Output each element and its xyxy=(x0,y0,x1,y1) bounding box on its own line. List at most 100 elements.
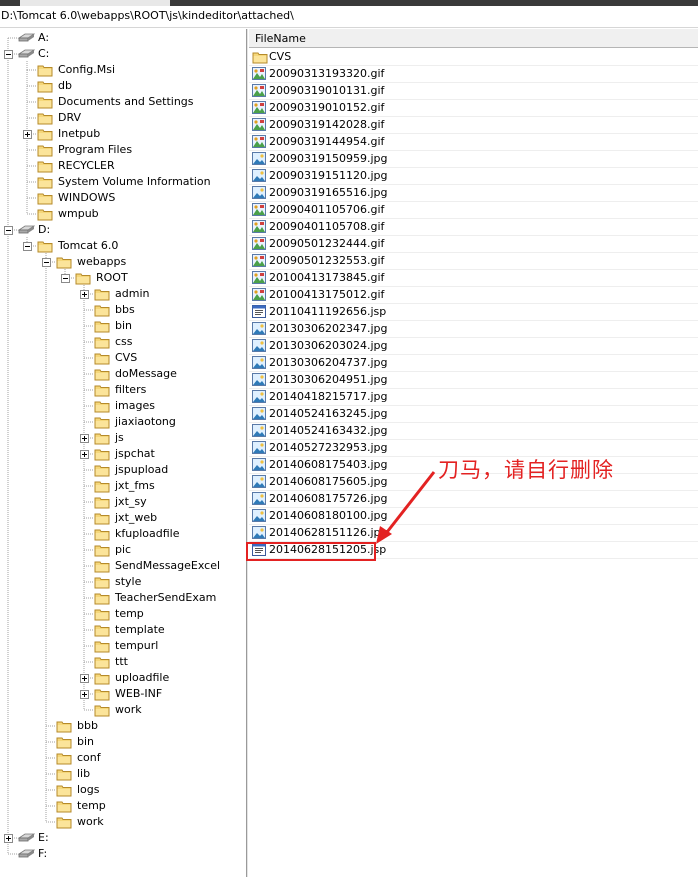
tree-item-ttt[interactable]: ttt xyxy=(0,654,246,670)
expand-icon[interactable] xyxy=(23,130,32,139)
expand-icon[interactable] xyxy=(80,450,89,459)
tree-item-tomcat-6-0[interactable]: Tomcat 6.0 xyxy=(0,238,246,254)
collapse-icon[interactable] xyxy=(42,258,51,267)
tree-item-a[interactable]: A: xyxy=(0,30,246,46)
folder-tree[interactable]: A: C: Config.Msi db Documents and Settings DR… xyxy=(0,29,246,877)
file-row[interactable]: 20130306203024.jpg xyxy=(249,338,698,355)
tree-item-teachersendexam[interactable]: TeacherSendExam xyxy=(0,590,246,606)
tree-item-bin[interactable]: bin xyxy=(0,734,246,750)
file-row[interactable]: 20090319150959.jpg xyxy=(249,151,698,168)
gif-image-icon xyxy=(252,67,266,80)
tree-item-filters[interactable]: filters xyxy=(0,382,246,398)
tree-item-logs[interactable]: logs xyxy=(0,782,246,798)
tree-item-windows[interactable]: WINDOWS xyxy=(0,190,246,206)
file-row[interactable]: 20090319165516.jpg xyxy=(249,185,698,202)
file-row[interactable]: 20090501232553.gif xyxy=(249,253,698,270)
tree-item-label: pic xyxy=(115,543,132,556)
folder-row[interactable]: CVS xyxy=(249,49,698,66)
tree-item-bbs[interactable]: bbs xyxy=(0,302,246,318)
file-row[interactable]: 20140524163245.jpg xyxy=(249,406,698,423)
jpg-image-icon xyxy=(252,458,266,471)
expand-icon[interactable] xyxy=(80,690,89,699)
tree-item-system-volume-information[interactable]: System Volume Information xyxy=(0,174,246,190)
file-row[interactable]: 20090319144954.gif xyxy=(249,134,698,151)
tree-item-template[interactable]: template xyxy=(0,622,246,638)
tree-item-lib[interactable]: lib xyxy=(0,766,246,782)
tree-item-documents-and-settings[interactable]: Documents and Settings xyxy=(0,94,246,110)
tree-item-db[interactable]: db xyxy=(0,78,246,94)
tree-item-jxt-fms[interactable]: jxt_fms xyxy=(0,478,246,494)
tree-item-sendmessageexcel[interactable]: SendMessageExcel xyxy=(0,558,246,574)
file-row[interactable]: 20130306202347.jpg xyxy=(249,321,698,338)
expand-icon[interactable] xyxy=(80,290,89,299)
tree-item-bin[interactable]: bin xyxy=(0,318,246,334)
file-row[interactable]: 20090401105706.gif xyxy=(249,202,698,219)
expand-icon[interactable] xyxy=(80,674,89,683)
tree-item-uploadfile[interactable]: uploadfile xyxy=(0,670,246,686)
tree-item-js[interactable]: js xyxy=(0,430,246,446)
file-row[interactable]: 20090313193320.gif xyxy=(249,66,698,83)
file-row[interactable]: 20130306204737.jpg xyxy=(249,355,698,372)
tree-item-cvs[interactable]: CVS xyxy=(0,350,246,366)
tree-item-kfuploadfile[interactable]: kfuploadfile xyxy=(0,526,246,542)
annotation-arrow xyxy=(376,471,436,544)
file-row[interactable]: 20130306204951.jpg xyxy=(249,372,698,389)
tree-item-jspchat[interactable]: jspchat xyxy=(0,446,246,462)
file-row[interactable]: 20090319151120.jpg xyxy=(249,168,698,185)
file-row[interactable]: 20100413173845.gif xyxy=(249,270,698,287)
file-row[interactable]: 20090501232444.gif xyxy=(249,236,698,253)
tree-item-jxt-web[interactable]: jxt_web xyxy=(0,510,246,526)
tree-item-drv[interactable]: DRV xyxy=(0,110,246,126)
tree-item-config-msi[interactable]: Config.Msi xyxy=(0,62,246,78)
filename-column-header[interactable]: FileName xyxy=(249,29,698,48)
tree-item-images[interactable]: images xyxy=(0,398,246,414)
tree-item-admin[interactable]: admin xyxy=(0,286,246,302)
file-row[interactable]: 20090319010131.gif xyxy=(249,83,698,100)
tree-item-root[interactable]: ROOT xyxy=(0,270,246,286)
tree-item-inetpub[interactable]: Inetpub xyxy=(0,126,246,142)
tree-item-webapps[interactable]: webapps xyxy=(0,254,246,270)
collapse-icon[interactable] xyxy=(4,50,13,59)
tree-item-tempurl[interactable]: tempurl xyxy=(0,638,246,654)
file-row[interactable]: 20090319142028.gif xyxy=(249,117,698,134)
file-row[interactable]: 20140608175726.jpg xyxy=(249,491,698,508)
tree-item-style[interactable]: style xyxy=(0,574,246,590)
tree-item-jxt-sy[interactable]: jxt_sy xyxy=(0,494,246,510)
collapse-icon[interactable] xyxy=(61,274,70,283)
file-row[interactable]: 20100413175012.gif xyxy=(249,287,698,304)
tree-item-jspupload[interactable]: jspupload xyxy=(0,462,246,478)
jpg-image-icon xyxy=(252,526,266,539)
file-row[interactable]: 20110411192656.jsp xyxy=(249,304,698,321)
folder-icon xyxy=(94,687,110,701)
file-row[interactable]: 20140608180100.jpg xyxy=(249,508,698,525)
tree-item-bbb[interactable]: bbb xyxy=(0,718,246,734)
tree-item-web-inf[interactable]: WEB-INF xyxy=(0,686,246,702)
tree-item-e[interactable]: E: xyxy=(0,830,246,846)
tree-item-conf[interactable]: conf xyxy=(0,750,246,766)
tree-item-recycler[interactable]: RECYCLER xyxy=(0,158,246,174)
file-row[interactable]: 20140524163432.jpg xyxy=(249,423,698,440)
tree-item-temp[interactable]: temp xyxy=(0,798,246,814)
tree-item-f[interactable]: F: xyxy=(0,846,246,862)
file-row[interactable]: 20140418215717.jpg xyxy=(249,389,698,406)
tree-item-d[interactable]: D: xyxy=(0,222,246,238)
tree-item-work[interactable]: work xyxy=(0,702,246,718)
file-row[interactable]: 20140628151126.jpg xyxy=(249,525,698,542)
tree-item-pic[interactable]: pic xyxy=(0,542,246,558)
tree-item-c[interactable]: C: xyxy=(0,46,246,62)
folder-icon xyxy=(37,79,53,93)
expand-icon[interactable] xyxy=(80,434,89,443)
tree-item-program-files[interactable]: Program Files xyxy=(0,142,246,158)
tree-item-temp[interactable]: temp xyxy=(0,606,246,622)
collapse-icon[interactable] xyxy=(23,242,32,251)
tree-item-work[interactable]: work xyxy=(0,814,246,830)
tree-item-wmpub[interactable]: wmpub xyxy=(0,206,246,222)
file-list-pane[interactable]: FileName CVS 20090313193320.gif 2009031901… xyxy=(249,29,698,877)
tree-item-css[interactable]: css xyxy=(0,334,246,350)
file-row[interactable]: 20090401105708.gif xyxy=(249,219,698,236)
file-row[interactable]: 20090319010152.gif xyxy=(249,100,698,117)
tree-item-domessage[interactable]: doMessage xyxy=(0,366,246,382)
tree-item-jiaxiaotong[interactable]: jiaxiaotong xyxy=(0,414,246,430)
collapse-icon[interactable] xyxy=(4,226,13,235)
expand-icon[interactable] xyxy=(4,834,13,843)
